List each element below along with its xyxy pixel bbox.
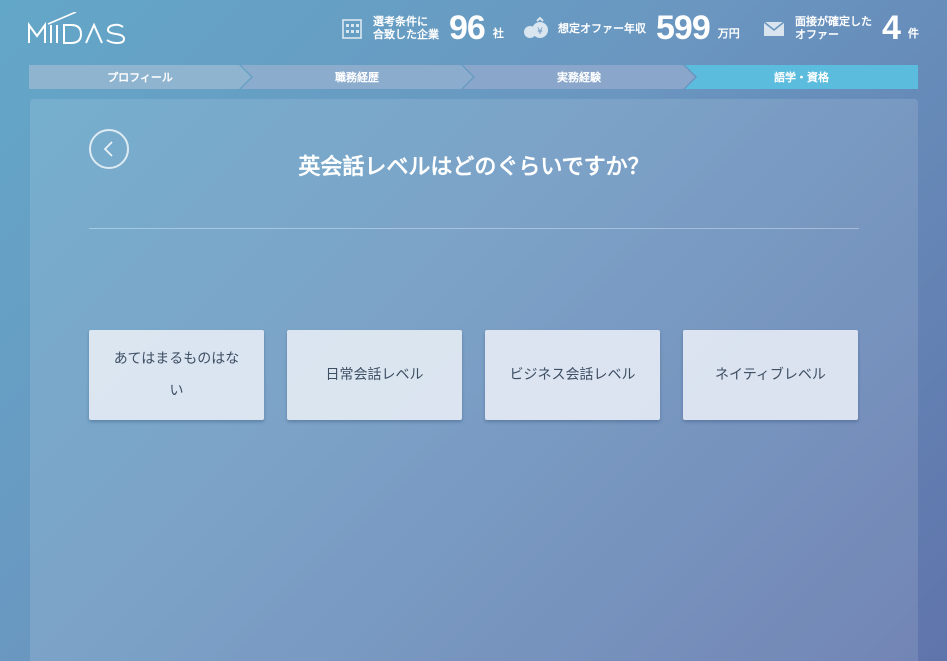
offer-salary-stat: ¥ 想定オファー年収 599 万円 <box>522 8 740 48</box>
confirmed-interviews-value: 4 <box>882 9 901 47</box>
step-work-history-label: 職務経歴 <box>335 71 379 84</box>
step-language-qualification[interactable]: 語学・資格 <box>685 65 918 89</box>
step-experience-label: 実務経験 <box>557 71 601 84</box>
matched-companies-stat: 選考条件に 合致した企業 96 社 <box>341 8 504 48</box>
step-experience[interactable]: 実務経験 <box>463 65 695 89</box>
step-language-qualification-label: 語学・資格 <box>774 71 829 84</box>
option-daily-conversation[interactable]: 日常会話レベル <box>287 330 462 420</box>
matched-companies-label: 選考条件に 合致した企業 <box>373 15 439 41</box>
question-card: 英会話レベルはどのぐらいですか？ あてはまるものはない 日常会話レベル ビジネス… <box>30 99 918 661</box>
option-native[interactable]: ネイティブレベル <box>683 330 858 420</box>
step-profile-label: プロフィール <box>107 71 173 84</box>
matched-companies-value: 96 <box>449 9 486 47</box>
option-none[interactable]: あてはまるものはない <box>89 330 264 420</box>
progress-steps: プロフィール 職務経歴 実務経験 語学・資格 <box>29 65 918 89</box>
divider <box>89 228 859 229</box>
confirmed-interviews-stat: 面接が確定した オファー 4 件 <box>763 8 919 48</box>
svg-text:¥: ¥ <box>537 27 543 37</box>
building-icon <box>341 16 365 40</box>
step-profile[interactable]: プロフィール <box>29 65 251 89</box>
miidas-logo[interactable] <box>28 12 148 46</box>
option-business-conversation[interactable]: ビジネス会話レベル <box>485 330 660 420</box>
offer-salary-label: 想定オファー年収 <box>558 21 646 35</box>
question-title: 英会話レベルはどのぐらいですか？ <box>298 155 650 180</box>
step-work-history[interactable]: 職務経歴 <box>241 65 473 89</box>
envelope-icon <box>763 16 787 40</box>
offer-salary-unit: 万円 <box>717 27 740 40</box>
matched-companies-unit: 社 <box>492 27 504 40</box>
confirmed-interviews-label: 面接が確定した オファー <box>795 15 872 41</box>
logo-mark <box>28 12 126 45</box>
money-bag-icon: ¥ <box>522 16 550 40</box>
header: 選考条件に 合致した企業 96 社 ¥ 想定オファー年収 599 万円 面接が確… <box>0 0 947 60</box>
confirmed-interviews-unit: 件 <box>907 27 919 40</box>
offer-salary-value: 599 <box>656 9 711 47</box>
